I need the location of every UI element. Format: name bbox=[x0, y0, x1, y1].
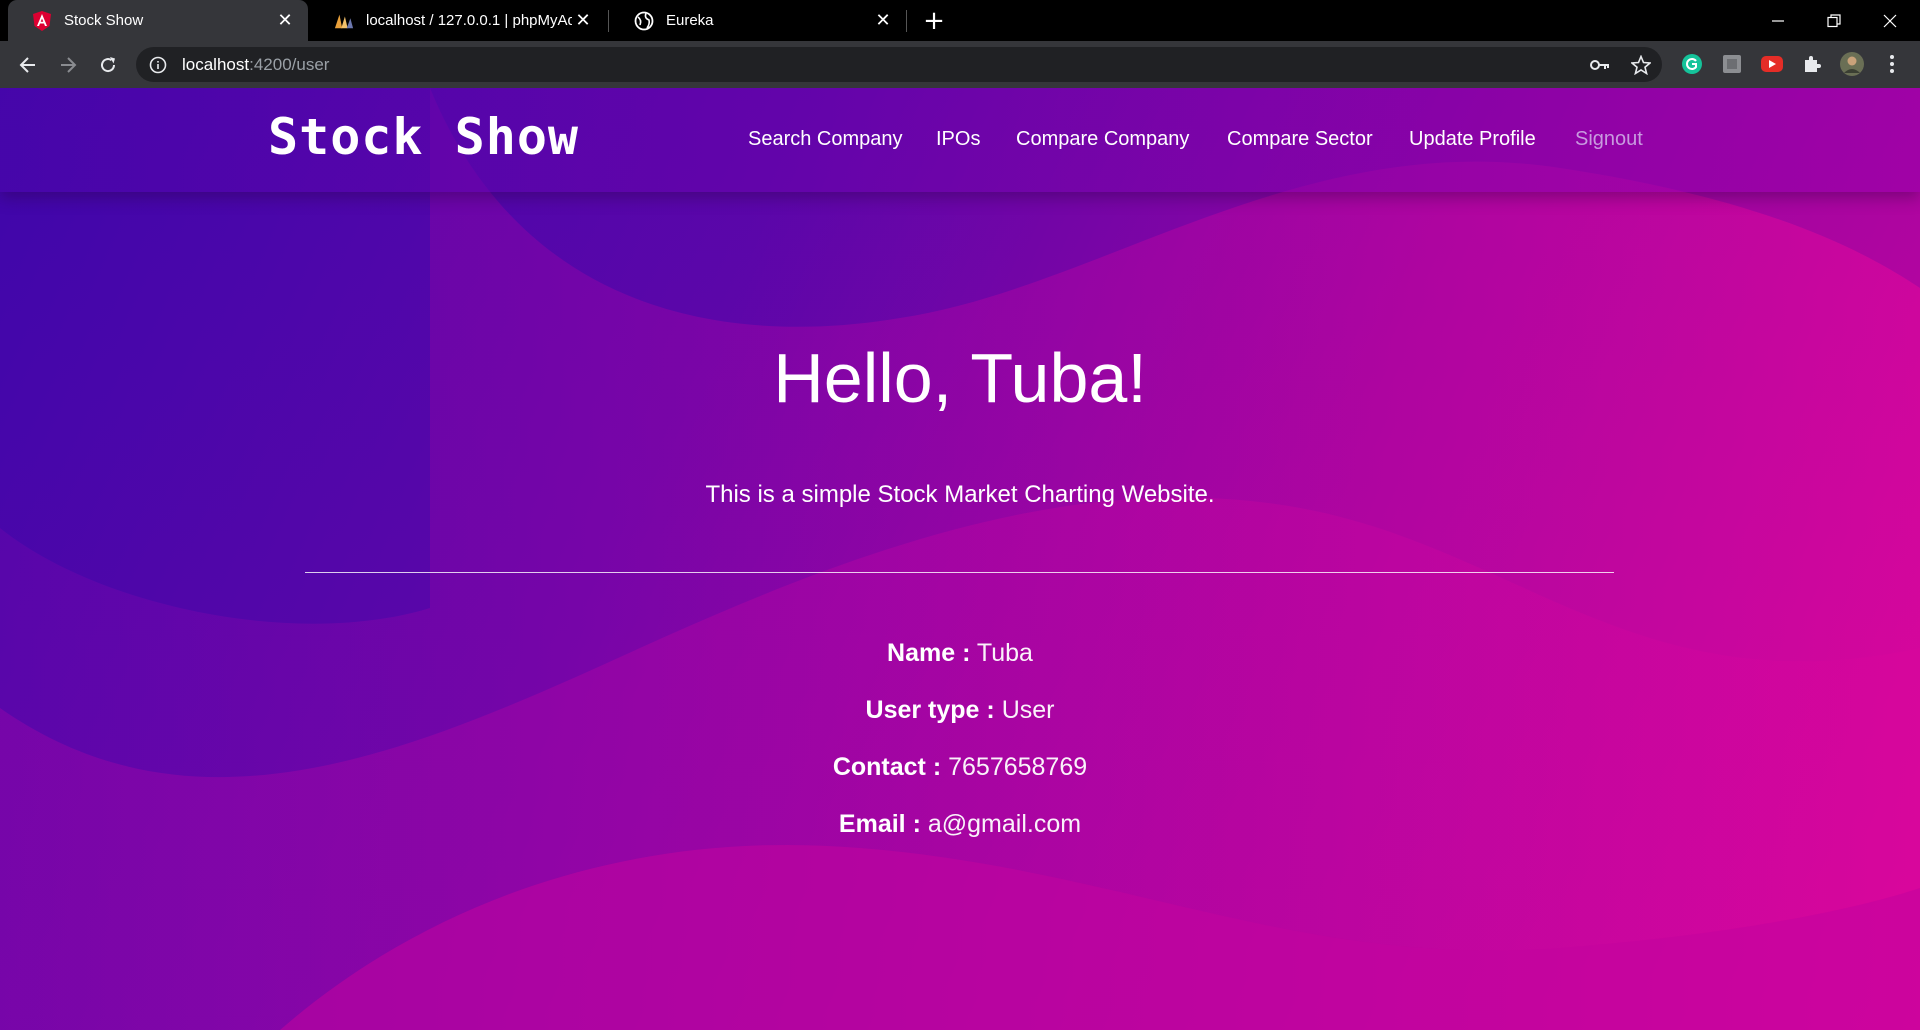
wave-background bbox=[0, 88, 1920, 1030]
detail-label: User type : bbox=[865, 696, 995, 724]
tab-separator bbox=[906, 10, 907, 32]
detail-value: 7657658769 bbox=[948, 753, 1088, 781]
bookmark-star-icon[interactable] bbox=[1630, 54, 1652, 76]
detail-value: User bbox=[1001, 696, 1055, 724]
close-window-button[interactable] bbox=[1862, 0, 1918, 41]
globe-icon bbox=[634, 11, 654, 31]
extension-gray-icon[interactable] bbox=[1720, 52, 1744, 76]
close-tab-icon[interactable]: ✕ bbox=[872, 10, 894, 32]
tab-separator bbox=[608, 10, 609, 32]
tab-title: localhost / 127.0.0.1 | phpMyAdmin bbox=[366, 12, 572, 29]
forward-arrow-icon bbox=[61, 57, 77, 73]
main-nav: Search Company IPOs Compare Company Comp… bbox=[0, 128, 1920, 158]
tab-title: Stock Show bbox=[64, 12, 144, 29]
profile-avatar-icon[interactable] bbox=[1840, 52, 1864, 76]
user-name-row: Name : Tuba bbox=[0, 639, 1920, 668]
tab-eureka[interactable]: Eureka ✕ bbox=[610, 0, 906, 41]
address-bar[interactable]: localhost:4200/user bbox=[136, 47, 1662, 82]
restore-button[interactable] bbox=[1806, 0, 1862, 41]
back-button[interactable] bbox=[12, 49, 44, 81]
reload-button[interactable] bbox=[92, 49, 124, 81]
detail-value: a@gmail.com bbox=[927, 810, 1082, 838]
url-text: localhost:4200/user bbox=[182, 55, 329, 75]
angular-icon bbox=[32, 10, 52, 31]
grammarly-icon[interactable] bbox=[1680, 52, 1704, 76]
detail-label: Name : bbox=[887, 639, 971, 667]
url-path: :4200/user bbox=[249, 54, 330, 74]
browser-menu-icon[interactable] bbox=[1880, 52, 1904, 76]
site-info-icon[interactable] bbox=[148, 55, 168, 75]
extensions-puzzle-icon[interactable] bbox=[1800, 52, 1824, 76]
user-contact-row: Contact : 7657658769 bbox=[0, 753, 1920, 782]
reload-icon bbox=[101, 57, 116, 73]
forward-button[interactable] bbox=[52, 49, 84, 81]
site-header: Stock Show Search Company IPOs Compare C… bbox=[0, 88, 1920, 192]
tab-phpmyadmin[interactable]: localhost / 127.0.0.1 | phpMyAdmin ✕ bbox=[310, 0, 606, 41]
greeting-heading: Hello, Tuba! bbox=[773, 339, 1147, 417]
tab-stock-show[interactable]: Stock Show ✕ bbox=[8, 0, 308, 41]
new-tab-button[interactable]: + bbox=[918, 6, 950, 36]
close-tab-icon[interactable]: ✕ bbox=[572, 10, 594, 32]
nav-search-company[interactable]: Search Company bbox=[748, 128, 903, 151]
user-type-row: User type : User bbox=[0, 696, 1920, 725]
phpmyadmin-icon bbox=[334, 11, 354, 31]
video-extension-icon[interactable] bbox=[1760, 52, 1784, 76]
detail-value: Tuba bbox=[976, 639, 1033, 667]
url-host: localhost bbox=[182, 54, 250, 74]
user-email-row: Email : a@gmail.com bbox=[0, 810, 1920, 839]
browser-tab-strip: Stock Show ✕ localhost / 127.0.0.1 | php… bbox=[0, 0, 1920, 41]
nav-compare-sector[interactable]: Compare Sector bbox=[1227, 128, 1373, 151]
tab-title: Eureka bbox=[666, 12, 714, 29]
detail-label: Contact : bbox=[832, 753, 942, 781]
nav-signout[interactable]: Signout bbox=[1575, 128, 1643, 151]
page-background: Stock Show Search Company IPOs Compare C… bbox=[0, 88, 1920, 1030]
nav-update-profile[interactable]: Update Profile bbox=[1409, 128, 1536, 151]
nav-ipos[interactable]: IPOs bbox=[936, 128, 980, 151]
back-arrow-icon bbox=[19, 57, 35, 73]
nav-compare-company[interactable]: Compare Company bbox=[1016, 128, 1189, 151]
detail-label: Email : bbox=[838, 810, 921, 838]
site-description: This is a simple Stock Market Charting W… bbox=[705, 481, 1215, 508]
section-divider bbox=[305, 572, 1614, 573]
close-tab-icon[interactable]: ✕ bbox=[274, 10, 296, 32]
key-icon[interactable] bbox=[1589, 54, 1611, 76]
minimize-button[interactable] bbox=[1750, 0, 1806, 41]
browser-toolbar: localhost:4200/user bbox=[0, 41, 1920, 88]
